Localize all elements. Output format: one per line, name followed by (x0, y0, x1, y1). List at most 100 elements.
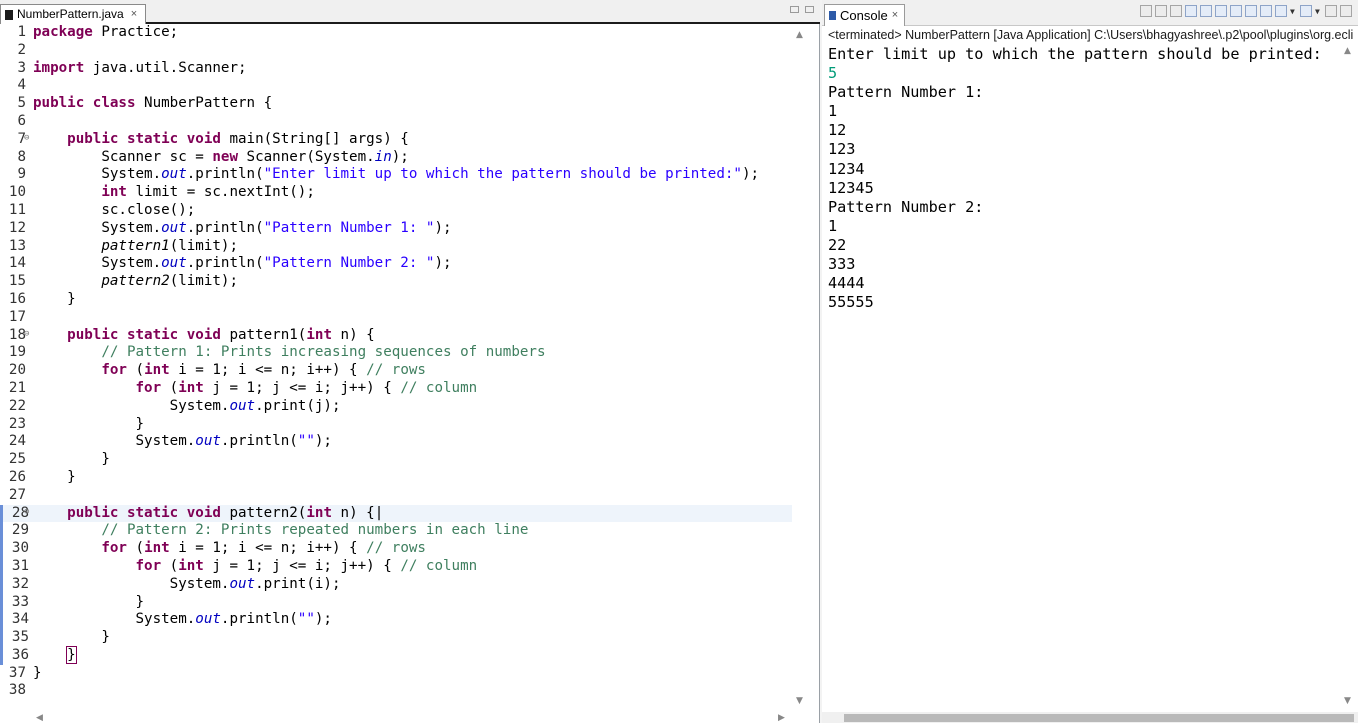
code-line[interactable]: 27 (0, 487, 792, 505)
line-number: 31 (0, 557, 29, 576)
console-output[interactable]: Enter limit up to which the pattern shou… (828, 45, 1344, 695)
show-on-stdout-icon[interactable] (1230, 5, 1242, 17)
display-selected-console-icon[interactable] (1275, 5, 1287, 17)
line-number: 7 (17, 130, 26, 147)
remove-launch-icon[interactable] (1155, 5, 1167, 17)
close-icon[interactable]: × (892, 5, 898, 26)
tab-numberpattern-java[interactable]: NumberPattern.java × (0, 4, 147, 24)
fold-toggle-icon[interactable]: ⊖ (24, 326, 29, 344)
show-on-stderr-icon[interactable] (1245, 5, 1257, 17)
code-line[interactable]: 19 // Pattern 1: Prints increasing seque… (0, 344, 792, 362)
code-line[interactable]: 5 public class NumberPattern { (0, 95, 792, 113)
line-number: 24 (8, 433, 26, 450)
code-line[interactable]: 10 int limit = sc.nextInt(); (0, 184, 792, 202)
tab-console[interactable]: Console × (824, 4, 906, 26)
code-line[interactable]: 33 } (0, 593, 792, 612)
chevron-down-icon[interactable]: ▼ (1315, 7, 1322, 15)
console-output-line: Pattern Number 2: (828, 197, 984, 216)
scroll-down-icon[interactable]: ▼ (1344, 696, 1351, 706)
code-line[interactable]: 9 System.out.println("Enter limit up to … (0, 166, 792, 184)
code-text: for (int j = 1; j <= i; j++) { // column (135, 557, 478, 574)
code-line[interactable]: 25 } (0, 451, 792, 469)
code-line[interactable]: 16 } (0, 291, 792, 309)
code-line[interactable]: 17 (0, 309, 792, 327)
code-text: import java.util.Scanner; (33, 59, 247, 76)
code-line[interactable]: 38 (0, 682, 792, 700)
code-line[interactable]: 31 for (int j = 1; j <= i; j++) { // col… (0, 557, 792, 576)
pin-icon[interactable] (1260, 5, 1272, 17)
code-editor[interactable]: 1 package Practice; 2 3 import java.util.Sca… (0, 24, 792, 712)
scroll-right-icon[interactable]: ▶ (778, 713, 785, 723)
code-line[interactable]: 3 import java.util.Scanner; (0, 60, 792, 78)
code-line[interactable]: 29 // Pattern 2: Prints repeated numbers… (0, 522, 792, 541)
code-text: System.out.print(i); (33, 575, 341, 592)
word-wrap-icon[interactable] (1215, 5, 1227, 17)
code-line[interactable]: 32 System.out.print(i); (0, 575, 792, 594)
line-number: 3 (17, 59, 26, 76)
code-line[interactable]: 37} (0, 665, 792, 683)
code-line[interactable]: 21 for (int j = 1; j <= i; j++) { // col… (0, 380, 792, 398)
fold-toggle-icon[interactable]: ⊖ (24, 504, 29, 522)
remove-all-launches-icon[interactable] (1170, 5, 1182, 17)
code-line[interactable]: 2 (0, 42, 792, 60)
console-tab-bar: Console × ▼ ▼ (822, 0, 1358, 26)
code-text: public static void pattern2(int n) {| (67, 504, 384, 521)
line-number: 14 (8, 255, 26, 272)
scroll-up-icon[interactable]: ▲ (796, 30, 803, 40)
fold-toggle-icon[interactable]: ⊖ (24, 130, 29, 148)
code-line[interactable]: 18 ⊖ public static void pattern1(int n) { (0, 327, 792, 345)
code-line[interactable]: 30 for (int i = 1; i <= n; i++) { // row… (0, 540, 792, 558)
console-pane: Console × ▼ ▼ <terminated> NumberPattern… (822, 0, 1358, 723)
line-number: 26 (8, 468, 26, 485)
code-line[interactable]: 24 System.out.println(""); (0, 433, 792, 451)
console-horizontal-scrollbar[interactable] (822, 712, 1358, 723)
console-output-line: 333 (828, 255, 856, 274)
close-icon[interactable]: × (131, 5, 137, 24)
code-line[interactable]: 1 package Practice; (0, 24, 792, 42)
line-number: 23 (8, 415, 26, 432)
line-number: 10 (8, 184, 26, 201)
code-line[interactable]: 34 System.out.println(""); (0, 611, 792, 630)
code-text: for (int i = 1; i <= n; i++) { // rows (101, 540, 426, 557)
scroll-down-icon[interactable]: ▼ (796, 696, 803, 706)
scroll-lock-icon[interactable] (1200, 5, 1212, 17)
scroll-left-icon[interactable]: ◀ (36, 713, 43, 723)
editor-horizontal-scrollbar[interactable]: ◀ ▶ (30, 712, 790, 723)
code-line[interactable]: 8 Scanner sc = new Scanner(System.in); (0, 149, 792, 167)
code-line[interactable]: 22 System.out.print(j); (0, 398, 792, 416)
console-output-line: 1 (828, 102, 838, 121)
code-text: pattern1(limit); (101, 237, 239, 254)
code-line[interactable]: 28 ⊖ public static void pattern2(int n) {… (0, 504, 792, 523)
minimize-icon[interactable] (1325, 5, 1337, 17)
code-text: for (int j = 1; j <= i; j++) { // column (135, 379, 478, 396)
code-line[interactable]: 26 } (0, 469, 792, 487)
editor-vertical-scrollbar[interactable]: ▲ ▼ (792, 24, 810, 712)
code-line[interactable]: 11 sc.close(); (0, 202, 792, 220)
line-number: 35 (0, 629, 29, 647)
minimize-icon[interactable] (790, 6, 799, 13)
terminate-icon[interactable] (1140, 5, 1152, 17)
code-line[interactable]: 20 for (int i = 1; i <= n; i++) { // row… (0, 362, 792, 380)
open-console-icon[interactable] (1300, 5, 1312, 17)
line-number: 8 (17, 148, 26, 165)
console-vertical-scrollbar[interactable]: ▲ ▼ (1342, 46, 1356, 706)
scroll-up-icon[interactable]: ▲ (1344, 46, 1351, 56)
chevron-down-icon[interactable]: ▼ (1290, 7, 1297, 15)
code-line[interactable]: 7 ⊖ public static void main(String[] args… (0, 131, 792, 149)
code-line[interactable]: 13 pattern1(limit); (0, 238, 792, 256)
maximize-icon[interactable] (1340, 5, 1352, 17)
code-line[interactable]: 4 (0, 77, 792, 95)
code-line[interactable]: 36 } (0, 645, 792, 665)
code-line[interactable]: 6 (0, 113, 792, 131)
code-line[interactable]: 15 pattern2(limit); (0, 273, 792, 291)
code-line[interactable]: 14 System.out.println("Pattern Number 2:… (0, 255, 792, 273)
code-line[interactable]: 23 } (0, 416, 792, 434)
tab-label: NumberPattern.java (17, 7, 124, 21)
code-line[interactable]: 35 } (0, 629, 792, 647)
clear-console-icon[interactable] (1185, 5, 1197, 17)
console-output-line: 1 (828, 216, 838, 235)
code-line[interactable]: 12 System.out.println("Pattern Number 1:… (0, 220, 792, 238)
scrollbar-thumb[interactable] (844, 714, 1354, 722)
maximize-icon[interactable] (805, 6, 814, 13)
line-number: 34 (0, 611, 29, 630)
